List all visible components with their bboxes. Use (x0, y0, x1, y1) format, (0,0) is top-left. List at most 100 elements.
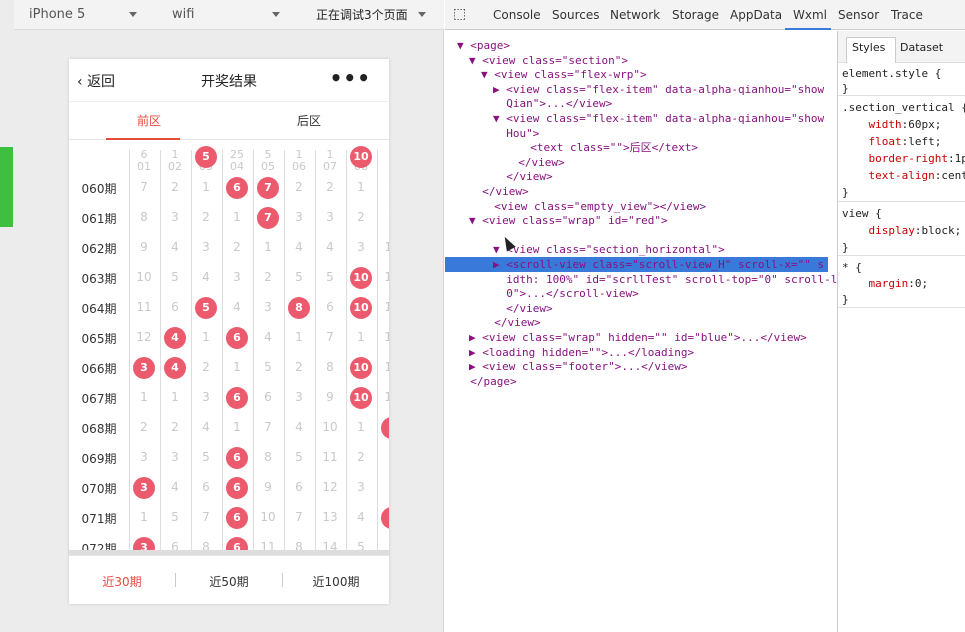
debug-status-select[interactable]: 正在调试3个页面 (316, 0, 408, 30)
chevron-down-icon[interactable] (272, 12, 280, 17)
tab-appdata[interactable]: AppData (730, 8, 782, 22)
wxml-node[interactable]: </view> (445, 170, 837, 184)
miss-count-cell: 4 (171, 480, 179, 494)
devtools-panel: ⬚ Console Sources Network Storage AppDat… (445, 0, 965, 632)
miss-count-cell: 10 (384, 240, 389, 254)
wxml-node[interactable]: ▶ <scroll-view class="scroll-view_H" scr… (445, 258, 837, 272)
miss-count-cell: 1 (140, 510, 148, 524)
inspect-element-icon[interactable]: ⬚ (453, 6, 466, 22)
column-header: 6 01 (137, 148, 151, 173)
miss-count-cell: 5 (326, 270, 334, 284)
drawn-number-ball: 3 (133, 477, 155, 499)
wxml-node[interactable]: ▶ <loading hidden="">...</loading> (445, 346, 837, 360)
wxml-node[interactable]: ▼ <view class="section"> (445, 54, 837, 68)
miss-count-cell: 4 (264, 330, 272, 344)
wxml-node[interactable]: ▼ <page> (445, 39, 837, 53)
miss-count-cell: 2 (171, 180, 179, 194)
miss-count-cell: 6 (326, 300, 334, 314)
wxml-node[interactable]: ▼ <view class="wrap" id="red"> (445, 214, 837, 228)
tab-front-zone[interactable]: 前区 (69, 102, 229, 140)
divider (838, 307, 965, 308)
wxml-node[interactable]: </view> (445, 156, 837, 170)
tab-back-zone[interactable]: 后区 (229, 102, 389, 140)
chevron-down-icon[interactable] (418, 12, 426, 17)
period-50-button[interactable]: 近50期 (176, 573, 282, 590)
miss-count-cell: 14 (384, 360, 389, 374)
grid-column-line (253, 150, 254, 555)
miss-count-cell: 2 (264, 270, 272, 284)
drawn-number-ball: 10 (350, 387, 372, 409)
drawn-number-ball: 6 (226, 447, 248, 469)
wxml-node[interactable]: </view> (445, 316, 837, 330)
device-select[interactable]: iPhone 5 (29, 0, 85, 30)
wxml-node[interactable]: <view class="empty_view"></view> (445, 200, 837, 214)
period-30-button[interactable]: 近30期 (69, 573, 175, 590)
column-header: 5 05 (261, 148, 275, 173)
wxml-node[interactable]: ▼ <view class="flex-item" data-alpha-qia… (445, 112, 837, 126)
wxml-node[interactable]: <text class="">后区</text> (445, 141, 837, 155)
wxml-node[interactable]: </view> (445, 185, 837, 199)
drawn-number-ball: 7 (257, 207, 279, 229)
wxml-node[interactable]: </page> (445, 375, 837, 389)
miss-count-cell: 1 (377, 450, 389, 464)
miss-count-cell: 2 (140, 420, 148, 434)
wxml-node[interactable]: ▼ <view class="flex-wrp"> (445, 68, 837, 82)
period-footer: 近30期 近50期 近100期 (69, 555, 389, 604)
style-property[interactable]: float:left; (842, 135, 942, 148)
style-property[interactable]: margin:0; (842, 277, 929, 290)
simulator-toolbar: iPhone 5 wifi 正在调试3个页面 (14, 0, 444, 30)
draw-results-grid[interactable]: 6 011 025 03525 045 051 061 0710 0810060… (69, 140, 389, 555)
tab-network[interactable]: Network (610, 8, 660, 22)
wxml-node[interactable]: Qian">...</view> (445, 97, 837, 111)
miss-count-cell: 10 (260, 510, 276, 524)
column-header: 1 06 (292, 148, 306, 173)
wxml-node[interactable]: 0">...</scroll-view> (445, 287, 837, 301)
chevron-down-icon[interactable] (129, 12, 137, 17)
drawn-number-ball: 6 (226, 387, 248, 409)
miss-count-cell: 1 (295, 330, 303, 344)
network-select[interactable]: wifi (172, 0, 194, 30)
more-icon[interactable]: ••• (330, 66, 371, 90)
miss-count-cell: 2 (295, 360, 303, 374)
miss-count-cell: 5 (295, 450, 303, 464)
miss-count-cell: 1 (233, 360, 241, 374)
style-property[interactable]: text-align:cente (842, 169, 965, 182)
miss-count-cell: 4 (357, 510, 365, 524)
tab-sources[interactable]: Sources (552, 8, 599, 22)
miss-count-cell: 2 (171, 420, 179, 434)
tab-dataset[interactable]: Dataset (900, 41, 943, 54)
tab-console[interactable]: Console (493, 8, 541, 22)
tab-storage[interactable]: Storage (672, 8, 719, 22)
style-property[interactable]: width:60px; (842, 118, 942, 131)
wxml-node[interactable]: </view> (445, 302, 837, 316)
wxml-node[interactable]: Hou"> (445, 127, 837, 141)
row-period-label: 066期 (81, 362, 117, 376)
row-period-label: 060期 (81, 182, 117, 196)
wxml-node[interactable]: ▶ <view class="footer">...</view> (445, 360, 837, 374)
miss-count-cell: 1 (357, 330, 365, 344)
drawn-number-ball: 5 (195, 297, 217, 319)
wxml-tree[interactable]: ▼ <page> ▼ <view class="section"> ▼ <view … (445, 31, 837, 632)
miss-count-cell: 3 (295, 210, 303, 224)
zone-tabs: 前区 后区 (69, 102, 389, 140)
miss-count-cell: 4 (202, 420, 210, 434)
drawn-number-ball: 10 (350, 267, 372, 289)
tab-sensor[interactable]: Sensor (838, 8, 879, 22)
row-period-label: 064期 (81, 302, 117, 316)
tab-styles[interactable]: Styles (852, 41, 885, 54)
wxml-node[interactable]: ▶ <view class="wrap" hidden="" id="blue"… (445, 331, 837, 345)
style-property[interactable]: display:block; (842, 224, 962, 237)
row-period-label: 065期 (81, 332, 117, 346)
wxml-node[interactable]: idth: 100%" id="scrllTest" scroll-top="0… (445, 273, 837, 287)
miss-count-cell: 10 (322, 420, 338, 434)
miss-count-cell: 5 (202, 450, 210, 464)
style-rule-end: } (842, 186, 849, 199)
period-100-button[interactable]: 近100期 (283, 573, 389, 590)
style-rule-end: } (842, 241, 849, 254)
wxml-node[interactable]: ▶ <view class="flex-item" data-alpha-qia… (445, 83, 837, 97)
phone-screen: ‹ 返回 开奖结果 ••• 前区 后区 6 011 025 03525 045 … (69, 59, 389, 604)
tab-trace[interactable]: Trace (891, 8, 923, 22)
drawn-number-ball: 1 (381, 507, 389, 529)
style-property[interactable]: border-right:1px (842, 152, 965, 165)
tab-wxml[interactable]: Wxml (793, 8, 827, 22)
